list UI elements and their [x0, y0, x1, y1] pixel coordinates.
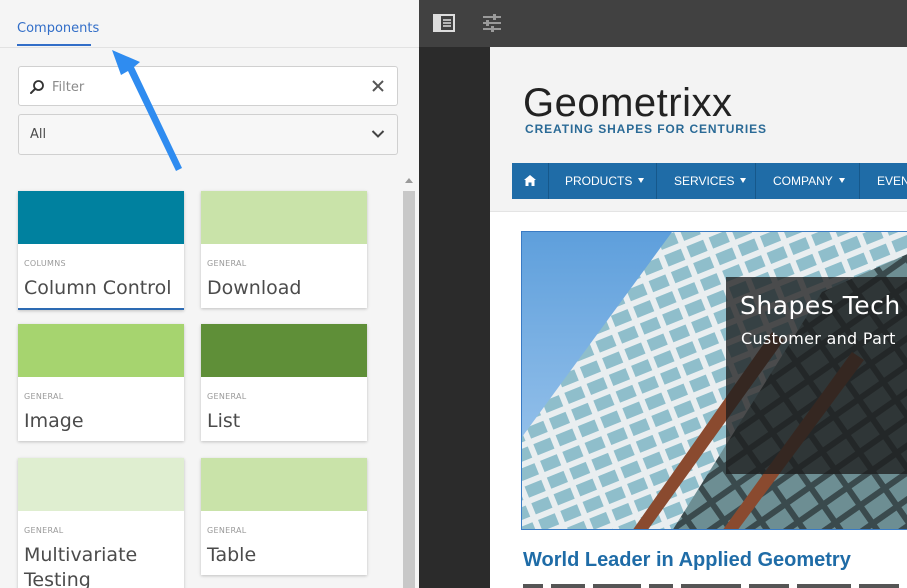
nav-item-events[interactable]: EVEN [860, 163, 907, 199]
card-swatch [201, 191, 367, 244]
side-panel-tab-bar: Components [0, 0, 419, 48]
select-value: All [30, 127, 47, 142]
editor-toolbar [419, 0, 907, 47]
home-icon [524, 175, 536, 186]
nav-item-label: COMPANY [773, 174, 833, 188]
card-swatch [18, 191, 184, 244]
component-card-multivariate-testing[interactable]: GENERAL Multivariate Testing [18, 458, 184, 588]
scroll-up-arrow-icon[interactable] [405, 178, 413, 183]
caret-down-icon [638, 178, 645, 184]
nav-home[interactable] [512, 163, 549, 199]
caret-down-icon [740, 178, 747, 184]
card-category: GENERAL [24, 392, 64, 401]
page-properties-icon[interactable] [481, 12, 503, 34]
card-category: GENERAL [207, 259, 247, 268]
component-card-column-control[interactable]: COLUMNS Column Control [18, 191, 184, 310]
side-panel: Components All COLUMNS Column Control GE… [0, 0, 419, 588]
card-category: GENERAL [207, 392, 247, 401]
card-swatch [201, 324, 367, 377]
caret-down-icon [838, 178, 845, 184]
card-category: GENERAL [207, 526, 247, 535]
card-title: Column Control [24, 277, 172, 299]
nav-item-label: PRODUCTS [565, 174, 633, 188]
clear-icon[interactable] [371, 79, 385, 93]
tab-components[interactable]: Components [17, 21, 99, 36]
card-title: List [207, 410, 241, 432]
nav-item-label: EVEN [877, 174, 907, 188]
page-canvas: Geometrixx CREATING SHAPES FOR CENTURIES… [490, 47, 907, 588]
card-title: Download [207, 277, 302, 299]
nav-item-products[interactable]: PRODUCTS [548, 163, 657, 199]
card-swatch [18, 324, 184, 377]
filter-input[interactable] [52, 77, 352, 97]
hero-caption: Shapes Tech Customer and Part [726, 277, 907, 474]
filter-field[interactable] [18, 66, 398, 106]
component-list: COLUMNS Column Control GENERAL Download … [0, 180, 400, 588]
card-swatch [18, 458, 184, 511]
toggle-side-panel-icon[interactable] [433, 13, 455, 33]
hero-banner[interactable]: Shapes Tech Customer and Part [521, 231, 907, 530]
callout-arrow-icon [112, 50, 182, 171]
card-title: Image [24, 410, 84, 432]
scrollbar-thumb[interactable] [403, 191, 415, 588]
search-icon [30, 80, 44, 94]
component-card-image[interactable]: GENERAL Image [18, 324, 184, 441]
component-card-download[interactable]: GENERAL Download [201, 191, 367, 308]
nav-item-label: SERVICES [674, 174, 735, 188]
nav-item-company[interactable]: COMPANY [756, 163, 860, 199]
component-card-table[interactable]: GENERAL Table [201, 458, 367, 575]
card-category: COLUMNS [24, 259, 66, 268]
site-header: Geometrixx CREATING SHAPES FOR CENTURIES… [490, 47, 907, 212]
site-tagline: CREATING SHAPES FOR CENTURIES [525, 122, 767, 136]
component-card-list[interactable]: GENERAL List [201, 324, 367, 441]
card-title: Multivariate Testing [24, 544, 138, 588]
body-text-fragment [523, 584, 899, 588]
site-logo[interactable]: Geometrixx [523, 81, 733, 125]
tab-active-indicator [17, 44, 91, 46]
card-swatch [201, 458, 367, 511]
component-group-select[interactable]: All [18, 114, 398, 155]
chevron-down-icon [371, 130, 385, 138]
top-navigation: PRODUCTS SERVICES COMPANY EVEN [512, 163, 907, 199]
card-title: Table [207, 544, 257, 566]
hero-subtitle: Customer and Part [741, 329, 896, 348]
page-editor: Geometrixx CREATING SHAPES FOR CENTURIES… [419, 0, 907, 588]
article-title[interactable]: World Leader in Applied Geometry [523, 549, 851, 572]
nav-item-services[interactable]: SERVICES [657, 163, 756, 199]
hero-title: Shapes Tech [740, 291, 901, 320]
card-category: GENERAL [24, 526, 64, 535]
